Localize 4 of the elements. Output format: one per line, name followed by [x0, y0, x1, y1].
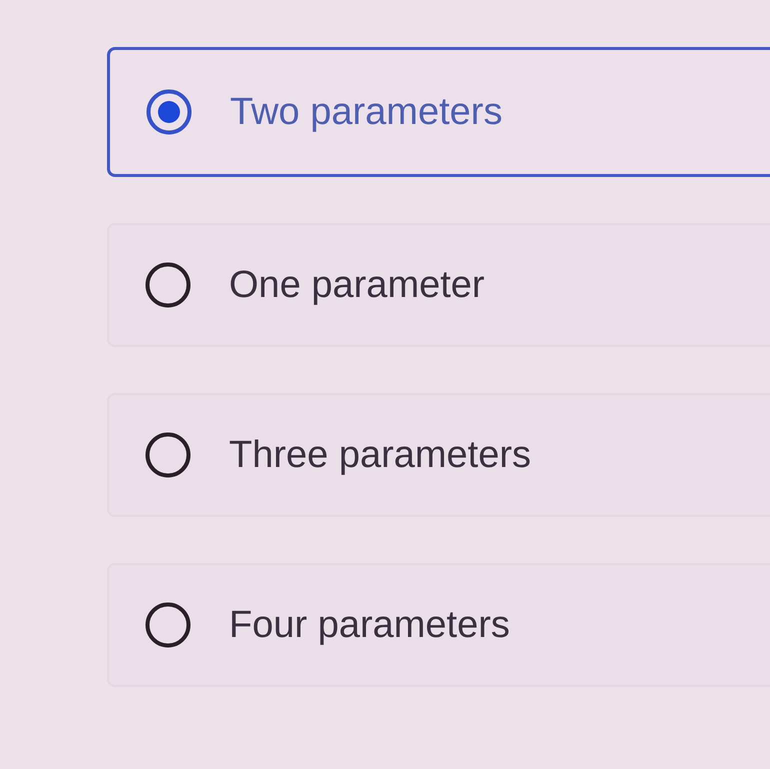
answer-option[interactable]: Four parameters	[107, 563, 770, 687]
answer-option[interactable]: Two parameters	[107, 47, 770, 177]
answer-option[interactable]: Three parameters	[107, 393, 770, 517]
answer-option[interactable]: One parameter	[107, 223, 770, 347]
